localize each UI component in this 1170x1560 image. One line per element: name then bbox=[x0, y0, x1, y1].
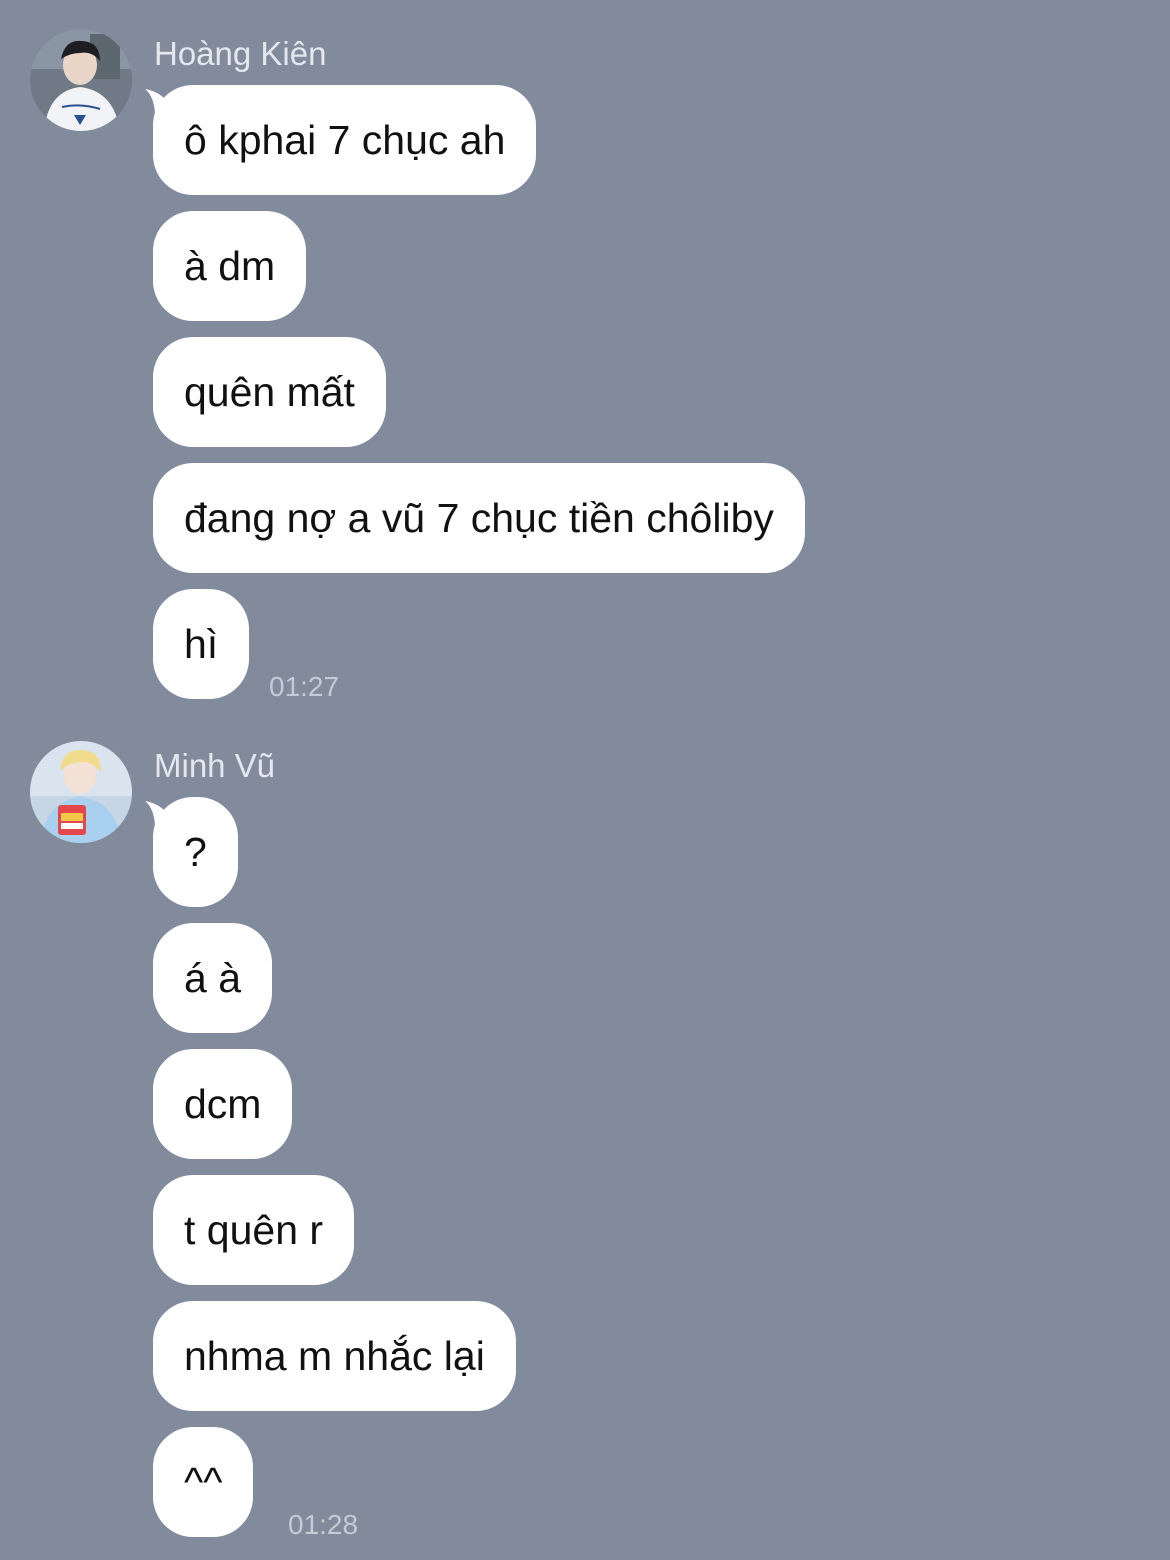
message-timestamp: 01:27 bbox=[269, 671, 340, 702]
message-bubble[interactable]: à dm bbox=[153, 211, 307, 321]
message-bubble[interactable]: nhma m nhắc lại bbox=[153, 1301, 516, 1411]
avatar-minh-vu[interactable] bbox=[30, 741, 132, 843]
sender-name: Hoàng Kiên bbox=[154, 35, 327, 72]
message-bubble[interactable]: á à bbox=[153, 923, 272, 1033]
avatar-hoang-kien[interactable] bbox=[30, 29, 132, 131]
message-bubble[interactable]: ? bbox=[153, 797, 238, 907]
sender-name: Minh Vũ bbox=[154, 747, 276, 784]
message-bubble[interactable]: dcm bbox=[153, 1049, 293, 1159]
message-bubble[interactable]: quên mất bbox=[153, 337, 386, 447]
message-bubble[interactable]: ^^ bbox=[153, 1427, 254, 1537]
user-avatar-icon bbox=[30, 741, 132, 843]
message-bubble[interactable]: đang nợ a vũ 7 chục tiền chôliby bbox=[153, 463, 805, 573]
message-bubble[interactable]: ô kphai 7 chục ah bbox=[153, 85, 537, 195]
message-bubble[interactable]: t quên r bbox=[153, 1175, 355, 1285]
user-avatar-icon bbox=[30, 29, 132, 131]
message-timestamp: 01:28 bbox=[288, 1509, 359, 1540]
message-bubble[interactable]: hì bbox=[153, 589, 250, 699]
